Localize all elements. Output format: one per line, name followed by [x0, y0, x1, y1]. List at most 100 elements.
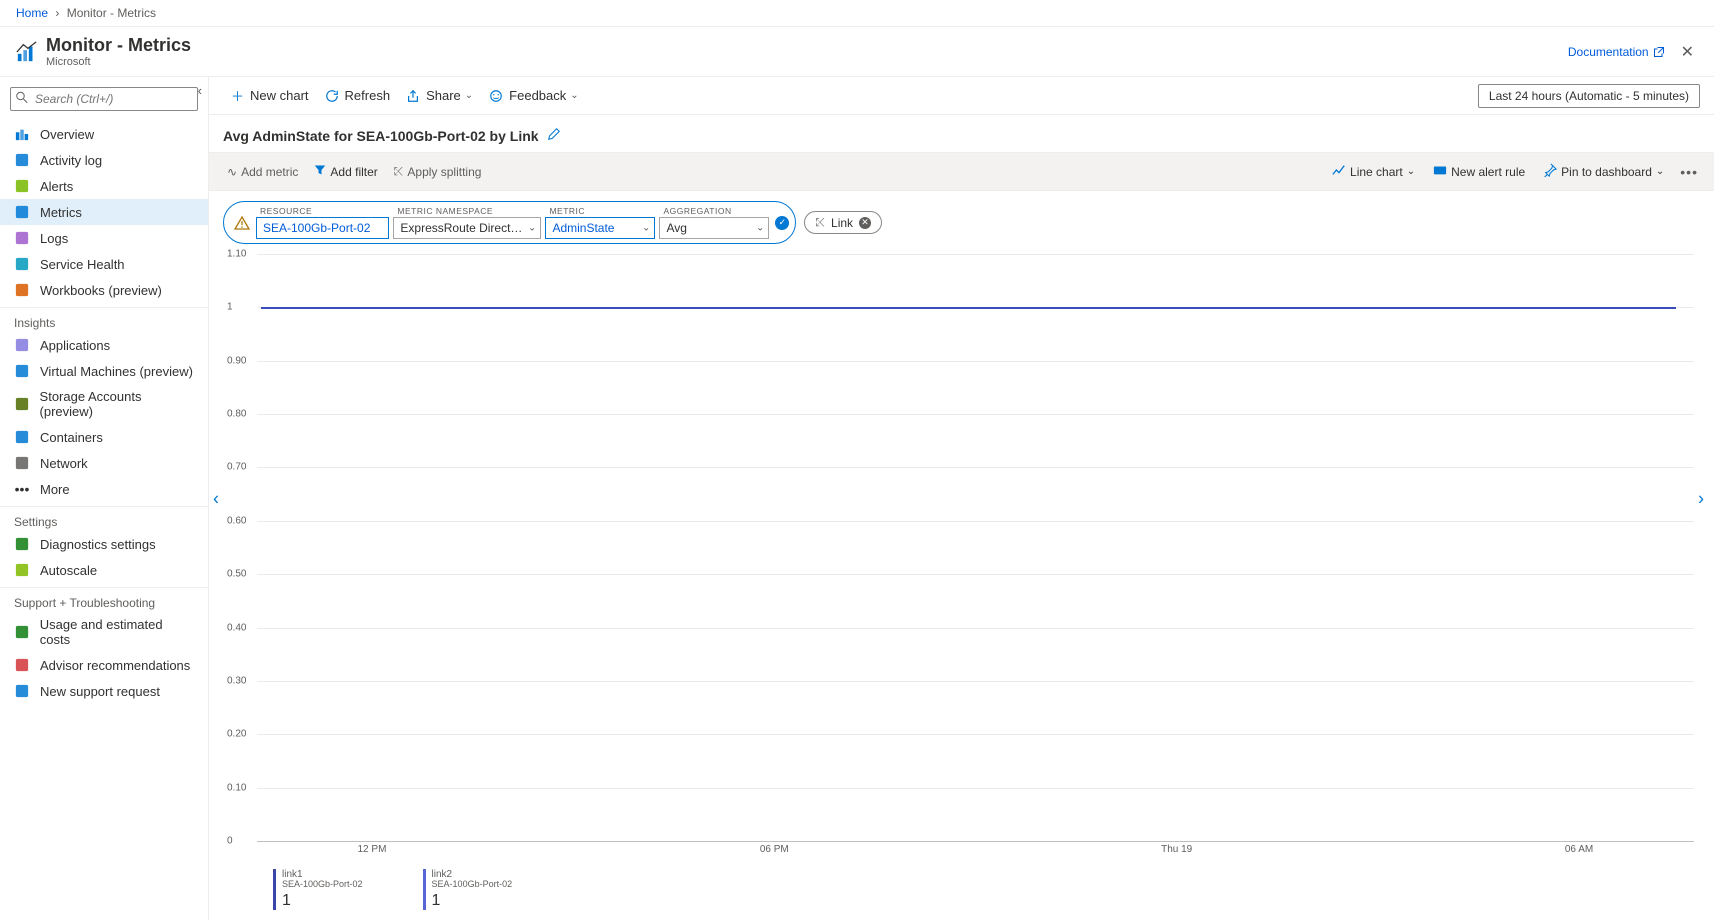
- gridline: [257, 521, 1694, 522]
- split-icon: ⤪: [815, 215, 825, 230]
- chevron-down-icon: ⌄: [465, 90, 473, 101]
- feedback-button[interactable]: Feedback ⌄: [481, 82, 586, 109]
- breadcrumb-sep: ›: [55, 6, 59, 20]
- refresh-button[interactable]: Refresh: [317, 82, 399, 109]
- chevron-down-icon: ⌄: [756, 223, 764, 234]
- data-line: [261, 307, 1676, 309]
- link-filter-pill[interactable]: ⤪ Link ✕: [804, 211, 882, 234]
- sidebar-item-label: Applications: [40, 338, 110, 353]
- x-tick-label: 06 AM: [1565, 844, 1593, 855]
- legend-item[interactable]: link2SEA-100Gb-Port-021: [423, 869, 513, 910]
- y-tick-label: 0.40: [227, 622, 246, 633]
- gridline: [257, 628, 1694, 629]
- sidebar-item-overview[interactable]: Overview: [0, 121, 208, 147]
- chevron-down-icon: ⌄: [570, 90, 578, 101]
- sidebar-item-label: Diagnostics settings: [40, 537, 156, 552]
- breadcrumb-home[interactable]: Home: [16, 6, 48, 20]
- nav-section-insights: Insights: [0, 307, 208, 332]
- sidebar-item-label: Storage Accounts (preview): [40, 389, 194, 419]
- sidebar-item-network[interactable]: Network: [0, 450, 208, 476]
- y-tick-label: 0.70: [227, 462, 246, 473]
- sidebar-item-storage-accounts-preview-[interactable]: Storage Accounts (preview): [0, 384, 208, 424]
- filter-icon: [314, 164, 326, 179]
- sidebar: « OverviewActivity logAlertsMetricsLogsS…: [0, 77, 209, 920]
- page-header: Monitor - Metrics Microsoft Documentatio…: [0, 27, 1714, 77]
- documentation-link[interactable]: Documentation: [1568, 45, 1665, 59]
- y-tick-label: 0.20: [227, 729, 246, 740]
- aggregation-selector[interactable]: Avg⌄: [659, 217, 769, 239]
- add-metric-button[interactable]: ∿ Add metric: [219, 161, 306, 183]
- sidebar-item-label: Network: [40, 456, 88, 471]
- sidebar-item-logs[interactable]: Logs: [0, 225, 208, 251]
- nav-icon: [14, 230, 30, 246]
- edit-icon[interactable]: [547, 127, 561, 144]
- namespace-selector[interactable]: ExpressRoute Direct…⌄: [393, 217, 541, 239]
- split-icon: ⤪: [394, 164, 404, 179]
- gridline: [257, 734, 1694, 735]
- sidebar-item-applications[interactable]: Applications: [0, 332, 208, 358]
- x-tick-label: 12 PM: [358, 844, 387, 855]
- nav-icon: [14, 683, 30, 699]
- check-icon: ✓: [775, 216, 789, 230]
- sidebar-item-activity-log[interactable]: Activity log: [0, 147, 208, 173]
- chart-type-button[interactable]: Line chart ⌄: [1324, 159, 1423, 184]
- sidebar-item-diagnostics-settings[interactable]: Diagnostics settings: [0, 531, 208, 557]
- metric-selector[interactable]: AdminState⌄: [545, 217, 655, 239]
- resource-selector[interactable]: SEA-100Gb-Port-02: [256, 217, 389, 239]
- x-tick-label: Thu 19: [1161, 844, 1192, 855]
- sidebar-item-autoscale[interactable]: Autoscale: [0, 557, 208, 583]
- search-input[interactable]: [10, 87, 198, 111]
- x-axis: 12 PM06 PMThu 1906 AM: [257, 841, 1694, 861]
- nav-icon: [14, 363, 30, 379]
- new-chart-button[interactable]: ＋ New chart: [223, 80, 317, 111]
- y-tick-label: 0.50: [227, 569, 246, 580]
- pin-dashboard-button[interactable]: Pin to dashboard ⌄: [1535, 159, 1672, 184]
- sidebar-item-service-health[interactable]: Service Health: [0, 251, 208, 277]
- sidebar-item-containers[interactable]: Containers: [0, 424, 208, 450]
- gridline: [257, 467, 1694, 468]
- metric-toolbar: ∿ Add metric Add filter ⤪ Apply splittin…: [209, 152, 1714, 191]
- sidebar-item-advisor-recommendations[interactable]: Advisor recommendations: [0, 652, 208, 678]
- y-tick-label: 1: [227, 302, 233, 313]
- share-button[interactable]: Share ⌄: [398, 82, 481, 109]
- toolbar: ＋ New chart Refresh Share ⌄ Fee: [209, 77, 1714, 115]
- sidebar-item-virtual-machines-preview-[interactable]: Virtual Machines (preview): [0, 358, 208, 384]
- nav-section-support: Support + Troubleshooting: [0, 587, 208, 612]
- y-tick-label: 0.90: [227, 355, 246, 366]
- sidebar-item-label: Service Health: [40, 257, 125, 272]
- new-alert-rule-button[interactable]: New alert rule: [1425, 159, 1533, 184]
- sidebar-item-label: Advisor recommendations: [40, 658, 190, 673]
- sidebar-item-more[interactable]: •••More: [0, 476, 208, 502]
- y-tick-label: 0.60: [227, 515, 246, 526]
- add-filter-button[interactable]: Add filter: [306, 160, 385, 183]
- chevron-down-icon: ⌄: [1656, 166, 1664, 177]
- sidebar-item-new-support-request[interactable]: New support request: [0, 678, 208, 704]
- namespace-field-label: METRIC NAMESPACE: [393, 206, 541, 216]
- resource-field-label: RESOURCE: [256, 206, 389, 216]
- nav-icon: [14, 624, 30, 640]
- time-range-button[interactable]: Last 24 hours (Automatic - 5 minutes): [1478, 84, 1700, 108]
- sidebar-item-metrics[interactable]: Metrics: [0, 199, 208, 225]
- nav-icon: [14, 178, 30, 194]
- sidebar-item-workbooks-preview-[interactable]: Workbooks (preview): [0, 277, 208, 303]
- gridline: [257, 254, 1694, 255]
- sidebar-item-alerts[interactable]: Alerts: [0, 173, 208, 199]
- legend-value: 1: [432, 892, 513, 910]
- sidebar-item-usage-and-estimated-costs[interactable]: Usage and estimated costs: [0, 612, 208, 652]
- nav-section-settings: Settings: [0, 506, 208, 531]
- close-button[interactable]: ✕: [1677, 38, 1698, 66]
- refresh-icon: [325, 89, 339, 103]
- plus-icon: ＋: [231, 86, 244, 105]
- legend-item[interactable]: link1SEA-100Gb-Port-021: [273, 869, 363, 910]
- y-tick-label: 0.80: [227, 409, 246, 420]
- remove-filter-icon[interactable]: ✕: [859, 217, 871, 229]
- add-metric-icon: ∿: [227, 165, 237, 179]
- sidebar-item-label: Usage and estimated costs: [40, 617, 194, 647]
- more-options-button[interactable]: •••: [1674, 160, 1704, 184]
- nav-icon: [14, 396, 30, 412]
- apply-splitting-button[interactable]: ⤪ Apply splitting: [386, 160, 490, 183]
- pin-icon: [1543, 163, 1557, 180]
- gridline: [257, 788, 1694, 789]
- chevron-down-icon: ⌄: [642, 223, 650, 234]
- breadcrumb: Home › Monitor - Metrics: [0, 0, 1714, 27]
